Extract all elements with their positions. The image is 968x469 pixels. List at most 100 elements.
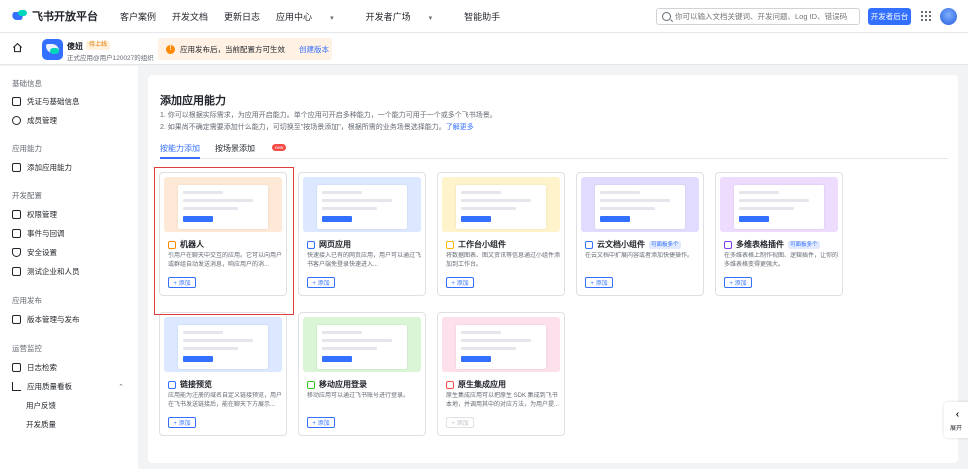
preview-line: [600, 199, 670, 202]
preview-line: [183, 207, 238, 210]
card-title: 机器人: [168, 239, 204, 250]
sidebar-item-label: 添加应用能力: [27, 163, 72, 172]
apps-grid-icon[interactable]: [921, 11, 931, 21]
logo[interactable]: 飞书开放平台: [12, 8, 98, 24]
preview-line: [183, 339, 253, 342]
sidebar-item-label: 应用质量看板: [27, 382, 72, 391]
sidebar-item-dev-quality[interactable]: 开发质量: [26, 419, 144, 430]
preview-line: [461, 339, 531, 342]
add-button[interactable]: + 添加: [446, 277, 474, 288]
card-mobile-login[interactable]: 移动应用登录 移动应用可以通过飞书账号进行登录。 + 添加: [298, 312, 426, 436]
create-version-link[interactable]: 创建版本: [299, 44, 329, 55]
expand-panel-button[interactable]: ‹‹ 展开: [944, 402, 968, 438]
chevron-down-icon: ▾: [428, 14, 433, 22]
expand-label: 展开: [949, 425, 962, 432]
sidebar-item-add-capability[interactable]: 添加应用能力: [12, 162, 130, 173]
sidebar-item-logs[interactable]: 日志检索: [12, 362, 130, 373]
new-badge: new: [272, 144, 287, 151]
preview-window: [456, 325, 546, 369]
search-input[interactable]: [675, 12, 855, 21]
learn-more-link[interactable]: 了解更多: [446, 124, 474, 131]
bitable-icon: [724, 240, 732, 249]
add-button[interactable]: + 添加: [307, 277, 335, 288]
card-description: 快速接入已有的网页应用，用户可以通过飞书客户端免登录快速进入...: [307, 253, 421, 268]
add-button[interactable]: + 添加: [168, 277, 196, 288]
sidebar-item-feedback[interactable]: 用户反馈: [26, 400, 144, 411]
app-name: 傻妞: [67, 42, 83, 51]
preview-window: [178, 325, 268, 369]
card-title-text: 多维表格插件: [736, 240, 784, 249]
sidebar-item-version[interactable]: 版本管理与发布: [12, 314, 130, 325]
search-box[interactable]: [656, 8, 860, 25]
sidebar-item-security[interactable]: 安全设置: [12, 247, 130, 258]
card-description: 将数据图表、图文资讯等信息通过小组件添加到工作台。: [446, 253, 560, 268]
add-button[interactable]: + 添加: [446, 417, 474, 428]
preview-button: [322, 216, 352, 222]
nav-link-docs[interactable]: 开发文档: [172, 10, 208, 23]
sidebar-item-credentials[interactable]: 凭证与基础信息: [12, 96, 130, 107]
sidebar-item-test-org[interactable]: 测试企业和人员: [12, 266, 130, 277]
preview-line: [322, 339, 392, 342]
card-thumbnail: [720, 177, 838, 232]
home-icon[interactable]: [12, 42, 23, 53]
nav-link-cases[interactable]: 客户案例: [120, 10, 156, 23]
sidebar-section-release: 应用发布: [12, 296, 42, 305]
card-native-app[interactable]: 原生集成应用原生集成应用可以把原生 SDK 集成到飞书本地，并调用其中的对应方法…: [437, 312, 565, 436]
preview-line: [461, 191, 501, 194]
card-tag: 可面板多个: [649, 240, 681, 249]
sidebar-item-quality[interactable]: 应用质量看板 ⌃: [12, 381, 130, 392]
sidebar-item-label: 测试企业和人员: [27, 267, 80, 276]
card-thumbnail: [164, 177, 282, 232]
credential-icon: [12, 97, 21, 106]
card-title-text: 云文档小组件: [597, 240, 645, 249]
preview-window: [456, 185, 546, 229]
feishu-logo-icon: [12, 10, 28, 22]
tabs: 按能力添加 按场景添加 new: [160, 143, 948, 159]
card-bitable-plugin[interactable]: 多维表格插件 可面板多个在多维表格上制作视图、逻辑插件，让你的多维表格变得更强大。…: [715, 172, 843, 296]
sidebar-section-capability: 应用能力: [12, 144, 42, 153]
sidebar-item-label: 凭证与基础信息: [27, 97, 80, 106]
card-title: 网页应用: [307, 239, 351, 250]
add-button[interactable]: + 添加: [585, 277, 613, 288]
add-button[interactable]: + 添加: [307, 417, 335, 428]
sidebar-item-label: 版本管理与发布: [27, 315, 80, 324]
card-tag: 可面板多个: [788, 240, 820, 249]
card-link-preview[interactable]: 链接预览 应用能为注册的域名自定义链接预览，用户在飞书发送链接后，能在聊天下方展示…: [159, 312, 287, 436]
card-robot[interactable]: 机器人 引用户在聊天中交互的应用。它可以向用户或群组自动发送消息，响应用户的消..…: [159, 172, 287, 296]
preview-line: [183, 199, 253, 202]
card-workbench-widget[interactable]: 工作台小组件 将数据图表、图文资讯等信息通过小组件添加到工作台。 + 添加: [437, 172, 565, 296]
tab-by-capability[interactable]: 按能力添加: [160, 143, 200, 159]
test-icon: [12, 267, 21, 276]
nav-links: 客户案例 开发文档 更新日志 应用中心 ▾ 开发者广场 ▾ 智能助手: [120, 10, 516, 23]
nav-link-app-center[interactable]: 应用中心 ▾: [276, 10, 350, 23]
card-description: 在多维表格上制作视图、逻辑插件，让你的多维表格变得更强大。: [724, 253, 838, 268]
card-doc-widget[interactable]: 云文档小组件 可面板多个在云文档中扩展内容或者添加快捷操作。 + 添加: [576, 172, 704, 296]
nav-link-dev-square[interactable]: 开发者广场 ▾: [366, 10, 449, 23]
preview-window: [317, 325, 407, 369]
sidebar-item-events[interactable]: 事件与回调: [12, 228, 130, 239]
preview-button: [600, 216, 630, 222]
card-title-text: 网页应用: [319, 240, 351, 249]
log-icon: [12, 363, 21, 372]
add-button[interactable]: + 添加: [168, 417, 196, 428]
card-description: 在云文档中扩展内容或者添加快捷操作。: [585, 253, 694, 259]
sidebar-item-label: 权限管理: [27, 210, 57, 219]
native-app-icon: [446, 380, 454, 389]
nav-link-assistant[interactable]: 智能助手: [464, 10, 500, 23]
card-description: 应用能为注册的域名自定义链接预览，用户在飞书发送链接后，能在聊天下方展示...: [168, 393, 282, 408]
avatar[interactable]: [940, 8, 957, 25]
preview-button: [461, 356, 491, 362]
web-app-icon: [307, 240, 315, 249]
card-description: 原生集成应用可以把原生 SDK 集成到飞书本地，并调用其中的对应方法，为用户提.…: [446, 393, 560, 408]
preview-window: [595, 185, 685, 229]
tab-by-scene[interactable]: 按场景添加: [215, 143, 255, 154]
nav-link-changelog[interactable]: 更新日志: [224, 10, 260, 23]
card-web-app[interactable]: 网页应用快速接入已有的网页应用，用户可以通过飞书客户端免登录快速进入... + 添…: [298, 172, 426, 296]
sidebar-item-permissions[interactable]: 权限管理: [12, 209, 130, 220]
main-panel: 添加应用能力 1. 你可以根据实际需求，为应用开启能力。单个应用可开启多种能力，…: [148, 75, 958, 463]
dev-console-button[interactable]: 开发者后台: [868, 8, 911, 25]
sidebar-item-members[interactable]: 成员管理: [12, 115, 130, 126]
card-title: 原生集成应用: [446, 379, 506, 390]
preview-line: [600, 191, 640, 194]
add-button[interactable]: + 添加: [724, 277, 752, 288]
